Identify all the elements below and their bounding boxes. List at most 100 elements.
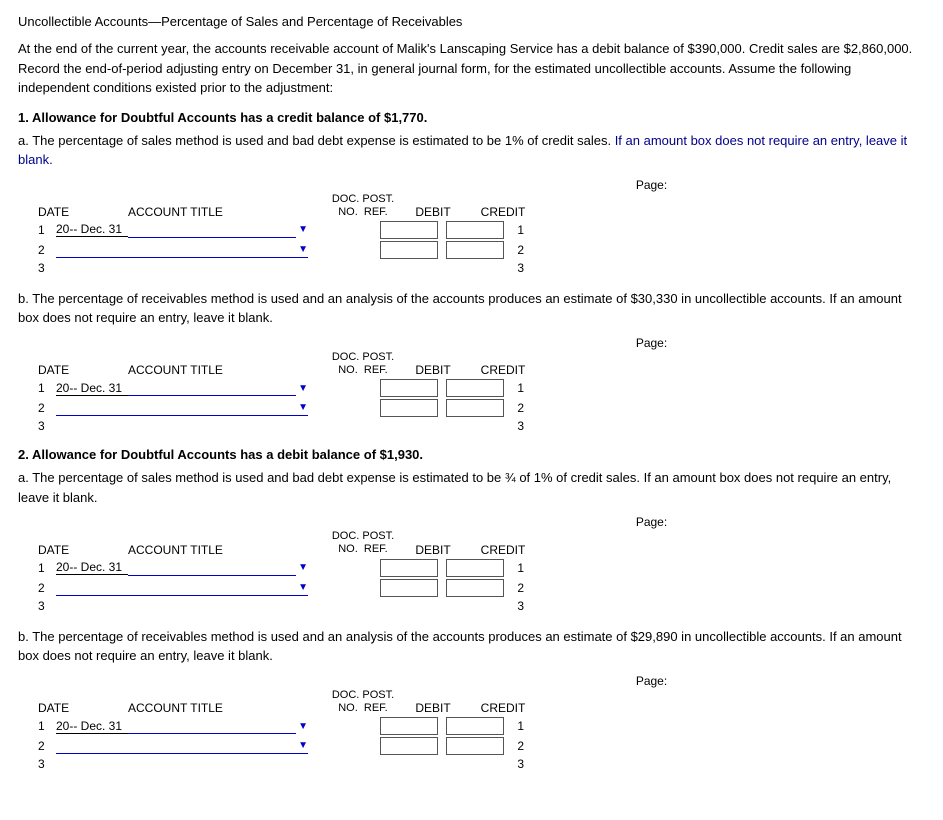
account-dropdown-1a-2[interactable]: ▼ — [56, 242, 308, 258]
section2-header: 2. Allowance for Doubtful Accounts has a… — [18, 447, 925, 462]
journal-header-1a: DATE ACCOUNT TITLE DOC. POST. NO. REF. D… — [18, 193, 925, 219]
col-date-label: DATE — [38, 701, 128, 715]
row-num-2: 2 — [38, 401, 56, 415]
credit-input-1b-2[interactable] — [446, 399, 504, 417]
col-date-label: DATE — [38, 363, 128, 377]
account-dropdown-1b-2[interactable]: ▼ — [56, 400, 308, 416]
table-row: 1 20-- Dec. 31 ▼ 1 — [18, 221, 925, 239]
dropdown-arrow-icon[interactable]: ▼ — [298, 383, 308, 394]
table-row: 1 20-- Dec. 31 ▼ 1 — [18, 379, 925, 397]
account-dropdown-2a-2[interactable]: ▼ — [56, 580, 308, 596]
row-num-2: 2 — [38, 739, 56, 753]
table-row: 2 ▼ 2 — [18, 399, 925, 417]
linenum-1b-2: 2 — [508, 401, 524, 415]
row-num-1: 1 — [38, 719, 56, 733]
dropdown-arrow-icon[interactable]: ▼ — [298, 740, 308, 751]
row-date-2b-1: 20-- Dec. 31 — [56, 719, 128, 734]
col-account-label: ACCOUNT TITLE — [128, 701, 328, 715]
table-row: 2 ▼ 2 — [18, 241, 925, 259]
linenum-1b-3: 3 — [508, 419, 524, 433]
intro-text: At the end of the current year, the acco… — [18, 39, 925, 98]
account-dropdown-2b-2[interactable]: ▼ — [56, 738, 308, 754]
col-account-label: ACCOUNT TITLE — [128, 363, 328, 377]
linenum-2a-2: 2 — [508, 581, 524, 595]
linenum-2a-3: 3 — [508, 599, 524, 613]
dropdown-arrow-icon[interactable]: ▼ — [298, 244, 308, 255]
table-row: 1 20-- Dec. 31 ▼ 1 — [18, 717, 925, 735]
debit-input-2b-2[interactable] — [380, 737, 438, 755]
linenum-1a-1: 1 — [508, 223, 524, 237]
table-row: 2 ▼ 2 — [18, 737, 925, 755]
row-num-2: 2 — [38, 243, 56, 257]
col-credit-label: CREDIT — [468, 543, 538, 557]
col-doc-label: DOC. POST. NO. REF. — [328, 530, 398, 556]
col-debit-label: DEBIT — [398, 701, 468, 715]
credit-input-2a-1[interactable] — [446, 559, 504, 577]
col-doc-label: DOC. POST. NO. REF. — [328, 689, 398, 715]
journal-2a: Page: DATE ACCOUNT TITLE DOC. POST. NO. … — [18, 515, 925, 612]
account-dropdown-2a-1[interactable]: ▼ — [128, 560, 308, 576]
linenum-1b-1: 1 — [508, 381, 524, 395]
debit-input-1b-1[interactable] — [380, 379, 438, 397]
row-num-3: 3 — [38, 599, 56, 613]
credit-input-2b-1[interactable] — [446, 717, 504, 735]
dropdown-arrow-icon[interactable]: ▼ — [298, 402, 308, 413]
section1a-text: a. The percentage of sales method is use… — [18, 131, 925, 170]
credit-input-2a-2[interactable] — [446, 579, 504, 597]
col-doc-label: DOC. POST. NO. REF. — [328, 351, 398, 377]
col-account-label: ACCOUNT TITLE — [128, 205, 328, 219]
col-credit-label: CREDIT — [468, 205, 538, 219]
journal-header-2b: DATE ACCOUNT TITLE DOC. POST. NO. REF. D… — [18, 689, 925, 715]
account-dropdown-2b-1[interactable]: ▼ — [128, 718, 308, 734]
table-row: 3 3 — [18, 261, 925, 275]
dropdown-arrow-icon[interactable]: ▼ — [298, 562, 308, 573]
debit-input-2a-1[interactable] — [380, 559, 438, 577]
col-credit-label: CREDIT — [468, 363, 538, 377]
linenum-1a-3: 3 — [508, 261, 524, 275]
row-num-3: 3 — [38, 757, 56, 771]
section1-header: 1. Allowance for Doubtful Accounts has a… — [18, 110, 925, 125]
page-label-2a: Page: — [18, 515, 925, 529]
credit-input-1b-1[interactable] — [446, 379, 504, 397]
credit-input-1a-1[interactable] — [446, 221, 504, 239]
dropdown-arrow-icon[interactable]: ▼ — [298, 582, 308, 593]
row-num-3: 3 — [38, 261, 56, 275]
dropdown-arrow-icon[interactable]: ▼ — [298, 224, 308, 235]
table-row: 1 20-- Dec. 31 ▼ 1 — [18, 559, 925, 577]
col-debit-label: DEBIT — [398, 543, 468, 557]
credit-input-1a-2[interactable] — [446, 241, 504, 259]
account-dropdown-1a-1[interactable]: ▼ — [128, 222, 308, 238]
page-label-1b: Page: — [18, 336, 925, 350]
dropdown-arrow-icon[interactable]: ▼ — [298, 721, 308, 732]
journal-2b: Page: DATE ACCOUNT TITLE DOC. POST. NO. … — [18, 674, 925, 771]
debit-input-1a-1[interactable] — [380, 221, 438, 239]
journal-1a: Page: DATE ACCOUNT TITLE DOC. POST. NO. … — [18, 178, 925, 275]
linenum-2b-2: 2 — [508, 739, 524, 753]
linenum-2b-3: 3 — [508, 757, 524, 771]
linenum-2a-1: 1 — [508, 561, 524, 575]
page-label-1a: Page: — [18, 178, 925, 192]
account-dropdown-1b-1[interactable]: ▼ — [128, 380, 308, 396]
table-row: 3 3 — [18, 419, 925, 433]
col-debit-label: DEBIT — [398, 205, 468, 219]
row-date-2a-1: 20-- Dec. 31 — [56, 560, 128, 575]
col-date-label: DATE — [38, 205, 128, 219]
row-num-2: 2 — [38, 581, 56, 595]
debit-input-1a-2[interactable] — [380, 241, 438, 259]
journal-1b: Page: DATE ACCOUNT TITLE DOC. POST. NO. … — [18, 336, 925, 433]
table-row: 3 3 — [18, 599, 925, 613]
linenum-2b-1: 1 — [508, 719, 524, 733]
row-date-1a-1: 20-- Dec. 31 — [56, 222, 128, 237]
col-doc-label: DOC. POST. NO. REF. — [328, 193, 398, 219]
section1b-text: b. The percentage of receivables method … — [18, 289, 925, 328]
debit-input-1b-2[interactable] — [380, 399, 438, 417]
debit-input-2a-2[interactable] — [380, 579, 438, 597]
table-row: 3 3 — [18, 757, 925, 771]
journal-header-1b: DATE ACCOUNT TITLE DOC. POST. NO. REF. D… — [18, 351, 925, 377]
row-num-1: 1 — [38, 561, 56, 575]
table-row: 2 ▼ 2 — [18, 579, 925, 597]
credit-input-2b-2[interactable] — [446, 737, 504, 755]
row-num-3: 3 — [38, 419, 56, 433]
debit-input-2b-1[interactable] — [380, 717, 438, 735]
journal-header-2a: DATE ACCOUNT TITLE DOC. POST. NO. REF. D… — [18, 530, 925, 556]
